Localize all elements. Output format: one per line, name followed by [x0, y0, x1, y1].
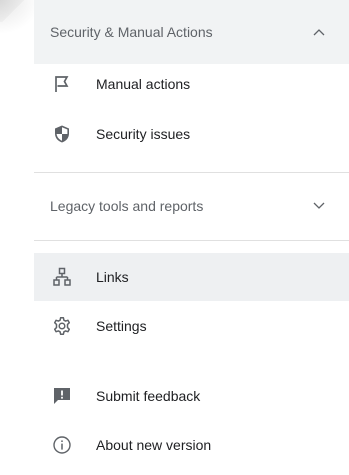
sidebar-item-label: Manual actions	[96, 76, 191, 92]
section-divider	[34, 240, 349, 241]
section-title: Legacy tools and reports	[50, 198, 204, 214]
sidebar-item-label: About new version	[96, 437, 212, 453]
shield-icon	[50, 122, 74, 146]
chevron-up-icon	[313, 28, 325, 36]
sidebar-navigation: Security & Manual Actions Manual actions	[34, 0, 349, 475]
sidebar-item-label: Security issues	[96, 126, 191, 142]
sidebar-item-about-new-version[interactable]: About new version	[34, 421, 349, 469]
feedback-icon	[50, 384, 74, 408]
chevron-down-icon	[313, 202, 325, 210]
section-divider	[34, 172, 349, 173]
sidebar-item-label: Settings	[96, 318, 147, 334]
flag-icon	[50, 72, 74, 96]
sidebar-item-links[interactable]: Links	[34, 253, 349, 301]
sitemap-icon	[50, 265, 74, 289]
sidebar-item-security-issues[interactable]: Security issues	[34, 110, 349, 158]
section-header-legacy-tools[interactable]: Legacy tools and reports	[34, 174, 349, 238]
section-title: Security & Manual Actions	[50, 24, 213, 40]
window-corner-shadow	[0, 0, 26, 22]
sidebar-item-settings[interactable]: Settings	[34, 302, 349, 350]
info-icon	[50, 433, 74, 457]
sidebar-item-label: Submit feedback	[96, 388, 201, 404]
sidebar-item-manual-actions[interactable]: Manual actions	[34, 60, 349, 108]
gear-icon	[50, 314, 74, 338]
section-header-security-manual-actions[interactable]: Security & Manual Actions	[34, 0, 349, 64]
sidebar-item-label: Links	[96, 269, 129, 285]
sidebar-item-submit-feedback[interactable]: Submit feedback	[34, 372, 349, 420]
screenshot-stage: Security & Manual Actions Manual actions	[0, 0, 349, 475]
